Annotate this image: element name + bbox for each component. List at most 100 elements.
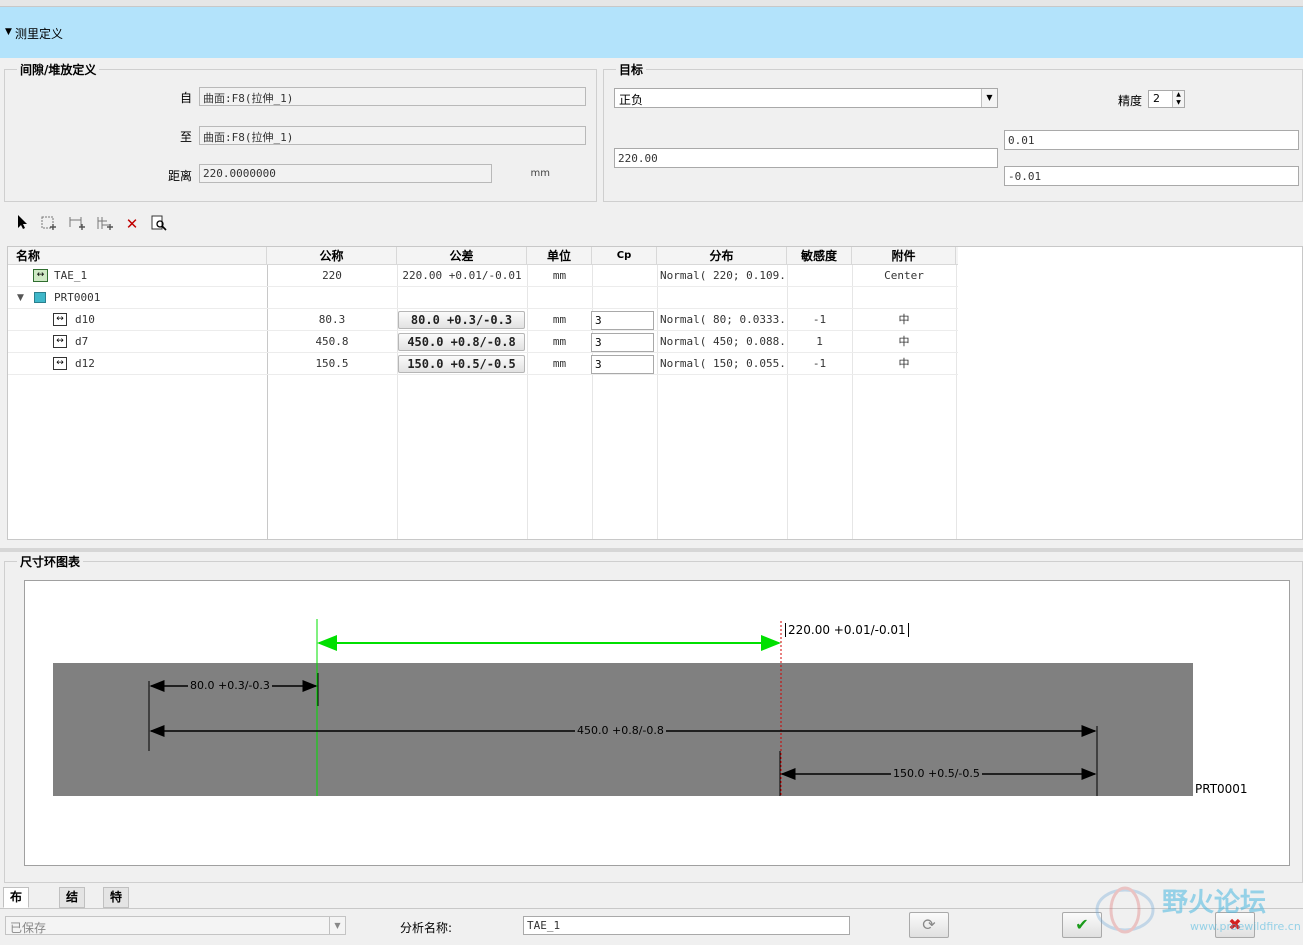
row-attachment: 中 <box>898 335 910 348</box>
cp-input[interactable]: 3 <box>591 355 654 374</box>
dim3-label: 150.0 +0.5/-0.5 <box>891 767 982 780</box>
row-nominal: 80.3 <box>318 313 346 326</box>
row-name: d7 <box>75 335 89 348</box>
row-distribution: Normal( 450; 0.088... <box>660 335 787 348</box>
add-dim-icon[interactable] <box>67 214 87 234</box>
add-surface-icon[interactable] <box>39 214 59 234</box>
col-nominal[interactable]: 公称 <box>267 247 397 265</box>
refresh-button[interactable]: ⟳ <box>909 912 949 938</box>
table-header: 名称 公称 公差 单位 Cp 分布 敏感度 附件 <box>8 247 958 265</box>
row-attachment: Center <box>884 269 924 282</box>
precision-label: 精度 <box>1117 94 1142 108</box>
pane-splitter[interactable] <box>0 548 1303 552</box>
preview-icon[interactable] <box>149 214 169 234</box>
tolerance-button[interactable]: 450.0 +0.8/-0.8 <box>398 333 525 351</box>
tolerance-mode-value: 正负 <box>619 93 644 107</box>
delete-icon[interactable]: ✕ <box>122 214 142 234</box>
precision-value: 2 <box>1153 92 1160 105</box>
cancel-button[interactable]: ✖ <box>1215 912 1255 938</box>
gap-group-legend: 间隙/堆放定义 <box>20 63 97 77</box>
target-group-legend: 目标 <box>619 63 644 77</box>
dimension-icon: ↔ <box>53 335 67 348</box>
select-arrow-icon[interactable] <box>12 214 32 234</box>
dropdown-arrow-icon[interactable]: ▼ <box>981 89 997 107</box>
analysis-name-label: 分析名称: <box>400 921 453 935</box>
cp-input[interactable]: 3 <box>591 333 654 352</box>
window-titlebar <box>0 0 1303 7</box>
tolerance-table: 名称 公称 公差 单位 Cp 分布 敏感度 附件 ↔ TAE_1 220 220… <box>7 246 1303 540</box>
tab-results[interactable]: 结果 <box>59 887 86 923</box>
distance-unit: mm <box>530 168 550 179</box>
table-row[interactable]: ▼ PRT0001 <box>8 287 958 309</box>
row-sensitivity: -1 <box>812 357 827 370</box>
add-chain-icon[interactable] <box>95 214 115 234</box>
row-nominal: 220 <box>322 269 342 282</box>
col-cp[interactable]: Cp <box>592 247 657 265</box>
tae-dimension-icon: ↔ <box>33 269 48 282</box>
distance-label: 距离 <box>167 169 192 183</box>
row-nominal: 450.8 <box>315 335 349 348</box>
col-name[interactable]: 名称 <box>8 247 267 265</box>
dimension-icon: ↔ <box>53 313 67 326</box>
row-nominal: 150.5 <box>315 357 349 370</box>
tree-expand-icon[interactable]: ▼ <box>17 293 24 303</box>
row-distribution: Normal( 150; 0.055... <box>660 357 787 370</box>
tolerance-mode-select[interactable]: 正负 ▼ <box>614 88 998 108</box>
tolerance-button[interactable]: 150.0 +0.5/-0.5 <box>398 355 525 373</box>
row-sensitivity: 1 <box>816 335 823 348</box>
row-name: d10 <box>75 313 95 326</box>
table-row[interactable]: ↔ d12 150.5 150.0 +0.5/-0.5 mm 3 Normal(… <box>8 353 958 375</box>
lower-tolerance-input[interactable]: -0.01 <box>1004 166 1299 186</box>
col-distribution[interactable]: 分布 <box>657 247 787 265</box>
row-tolerance: 220.00 +0.01/-0.01 <box>402 269 522 282</box>
analysis-name-input[interactable]: TAE_1 <box>523 916 850 935</box>
tolerance-button[interactable]: 80.0 +0.3/-0.3 <box>398 311 525 329</box>
table-row[interactable]: ↔ TAE_1 220 220.00 +0.01/-0.01 mm Normal… <box>8 265 958 287</box>
row-name: PRT0001 <box>54 291 101 304</box>
ok-check-icon: ✔ <box>1075 915 1089 934</box>
col-tolerance[interactable]: 公差 <box>397 247 527 265</box>
dim2-label: 450.0 +0.8/-0.8 <box>575 724 666 737</box>
tab-layout[interactable]: 布线图 <box>3 887 30 942</box>
section-label: 测里定义 <box>15 27 64 41</box>
part-icon <box>34 292 46 303</box>
target-dimension-label: 220.00 +0.01/-0.01 <box>785 623 909 637</box>
dim1-label: 80.0 +0.3/-0.3 <box>188 679 272 692</box>
cancel-x-icon: ✖ <box>1228 915 1242 934</box>
row-unit: mm <box>552 313 567 326</box>
measurement-section-header[interactable]: ▼ 测里定义 <box>0 7 1303 58</box>
table-row[interactable]: ↔ d7 450.8 450.0 +0.8/-0.8 mm 3 Normal( … <box>8 331 958 353</box>
save-status-value: 已保存 <box>10 921 47 935</box>
to-field[interactable]: 曲面:F8(拉伸_1) <box>199 126 586 145</box>
col-sensitivity[interactable]: 敏感度 <box>787 247 852 265</box>
col-unit[interactable]: 单位 <box>527 247 592 265</box>
distance-field[interactable]: 220.0000000 <box>199 164 492 183</box>
diagram-canvas <box>53 619 1193 796</box>
row-name: d12 <box>75 357 95 370</box>
dropdown-arrow-icon[interactable]: ▼ <box>329 917 345 934</box>
save-status-select[interactable]: 已保存 ▼ <box>5 916 346 935</box>
from-field[interactable]: 曲面:F8(拉伸_1) <box>199 87 586 106</box>
part-name-label: PRT0001 <box>1195 782 1248 796</box>
row-distribution: Normal( 220; 0.109... <box>660 269 787 282</box>
nominal-target-input[interactable]: 220.00 <box>614 148 998 168</box>
row-attachment: 中 <box>898 357 910 370</box>
bottom-bar: 已保存 ▼ 分析名称: TAE_1 ⟳ ✔ ✖ <box>0 908 1303 945</box>
diagram-legend: 尺寸环图表 <box>20 555 81 569</box>
tab-features[interactable]: 特征 <box>103 887 130 923</box>
precision-spinner[interactable]: 2 ▲ ▼ <box>1148 90 1185 108</box>
col-attachment[interactable]: 附件 <box>852 247 956 265</box>
collapse-caret-icon[interactable]: ▼ <box>5 27 12 37</box>
dimension-loop-diagram[interactable]: 220.00 +0.01/-0.01 80.0 +0.3/-0.3 450.0 … <box>24 580 1290 866</box>
dimension-icon: ↔ <box>53 357 67 370</box>
to-label: 至 <box>179 130 192 144</box>
row-distribution: Normal( 80; 0.0333... <box>660 313 787 326</box>
upper-tolerance-input[interactable]: 0.01 <box>1004 130 1299 150</box>
cp-input[interactable]: 3 <box>591 311 654 330</box>
row-attachment: 中 <box>898 313 910 326</box>
table-row[interactable]: ↔ d10 80.3 80.0 +0.3/-0.3 mm 3 Normal( 8… <box>8 309 958 331</box>
ok-button[interactable]: ✔ <box>1062 912 1102 938</box>
row-unit: mm <box>552 357 567 370</box>
row-sensitivity: -1 <box>812 313 827 326</box>
spinner-arrows-icon[interactable]: ▲ ▼ <box>1172 91 1184 107</box>
